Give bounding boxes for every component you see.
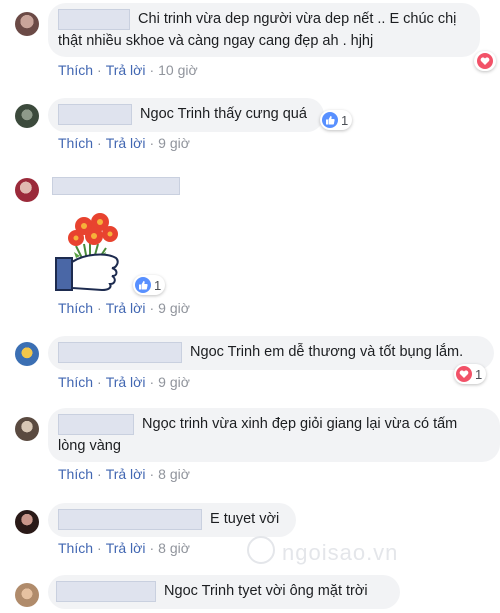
reaction-count: 1 [154, 277, 162, 293]
like-link[interactable]: Thích [58, 374, 93, 390]
like-link[interactable]: Thích [58, 300, 93, 316]
like-link[interactable]: Thích [58, 135, 93, 151]
comment-bubble: Chi trinh vừa dep người vừa dep nết .. E… [48, 3, 480, 57]
comment-actions: Thích · Trả lời · 9 giờ [58, 374, 190, 390]
comment-actions: Thích · Trả lời · 9 giờ [58, 135, 190, 151]
timestamp[interactable]: 9 giờ [158, 135, 190, 151]
avatar[interactable] [15, 12, 39, 36]
comment-text: lòng vàng [58, 438, 121, 454]
reply-link[interactable]: Trả lời [106, 62, 146, 78]
like-link[interactable]: Thích [58, 62, 93, 78]
commenter-name[interactable] [58, 104, 132, 125]
reaction-badge[interactable]: 1 [454, 364, 487, 384]
watermark: ngoisao.vn [282, 540, 399, 565]
comment-text: Ngoc Trinh thấy cưng quá [140, 106, 307, 122]
avatar[interactable] [15, 417, 39, 441]
reaction-badge[interactable]: 1 [320, 110, 353, 130]
reply-link[interactable]: Trả lời [106, 300, 146, 316]
timestamp[interactable]: 9 giờ [158, 374, 190, 390]
avatar[interactable] [15, 342, 39, 366]
comment-bubble: Ngoc Trinh em dễ thương và tốt bụng lắm. [48, 336, 494, 370]
reaction-count: 1 [341, 112, 349, 128]
commenter-name[interactable] [58, 9, 130, 30]
reply-link[interactable]: Trả lời [106, 135, 146, 151]
comment-actions: Thích · Trả lời · 8 giờ [58, 540, 190, 556]
heart-icon [456, 366, 472, 382]
watermark-logo-icon [247, 536, 275, 564]
avatar[interactable] [15, 510, 39, 534]
flowers-thumbs-up-sticker[interactable] [54, 204, 126, 294]
comment-actions: Thích · Trả lời · 10 giờ [58, 62, 198, 78]
comment-bubble: E tuyet vời [48, 503, 296, 537]
comment-text: thật nhiều skhoe và càng ngay cang đẹp a… [58, 33, 374, 49]
heart-icon [477, 53, 493, 69]
comment-bubble: Ngoc Trinh thấy cưng quá [48, 98, 324, 132]
timestamp[interactable]: 9 giờ [158, 300, 190, 316]
reply-link[interactable]: Trả lời [106, 540, 146, 556]
timestamp[interactable]: 8 giờ [158, 540, 190, 556]
timestamp[interactable]: 10 giờ [158, 62, 198, 78]
commenter-name[interactable] [58, 414, 134, 435]
like-icon [135, 277, 151, 293]
commenter-name[interactable] [52, 177, 180, 195]
avatar[interactable] [15, 583, 39, 607]
comment-text: Ngọc trinh vừa xinh đẹp giỏi giang lại v… [142, 416, 458, 432]
like-link[interactable]: Thích [58, 540, 93, 556]
reply-link[interactable]: Trả lời [106, 374, 146, 390]
timestamp[interactable]: 8 giờ [158, 466, 190, 482]
avatar[interactable] [15, 104, 39, 128]
commenter-name[interactable] [56, 581, 156, 602]
comment-text: E tuyet vời [210, 511, 280, 527]
comment-text: Ngoc Trinh em dễ thương và tốt bụng lắm. [190, 344, 464, 360]
reply-link[interactable]: Trả lời [106, 466, 146, 482]
reaction-count: 1 [475, 366, 483, 382]
commenter-name[interactable] [58, 509, 202, 530]
like-link[interactable]: Thích [58, 466, 93, 482]
reaction-badge[interactable] [474, 51, 496, 71]
like-icon [322, 112, 338, 128]
comment-bubble: Ngoc Trinh tyet vời ông mặt trời [48, 575, 400, 609]
avatar[interactable] [15, 178, 39, 202]
comment-actions: Thích · Trả lời · 9 giờ [58, 300, 190, 316]
comment-actions: Thích · Trả lời · 8 giờ [58, 466, 190, 482]
comment-text: Ngoc Trinh tyet vời ông mặt trời [164, 583, 368, 599]
reaction-badge[interactable]: 1 [133, 275, 166, 295]
commenter-name[interactable] [58, 342, 182, 363]
comment-text: Chi trinh vừa dep người vừa dep nết .. E… [138, 11, 457, 27]
comment-bubble: Ngọc trinh vừa xinh đẹp giỏi giang lại v… [48, 408, 500, 462]
